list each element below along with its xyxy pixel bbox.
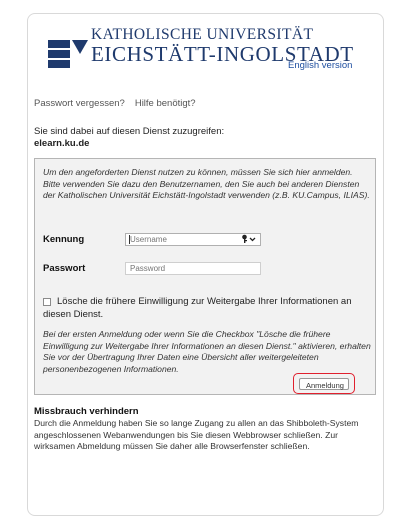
text-cursor bbox=[129, 235, 130, 244]
login-card: KATHOLISCHE UNIVERSITÄT EICHSTÄTT-INGOLS… bbox=[27, 13, 384, 516]
key-dropdown-icon[interactable] bbox=[241, 234, 257, 244]
revoke-consent-label: Lösche die frühere Einwilligung zur Weit… bbox=[43, 296, 352, 320]
need-help-link[interactable]: Hilfe benötigt? bbox=[135, 98, 196, 109]
help-links: Passwort vergessen? Hilfe benötigt? bbox=[34, 98, 196, 109]
login-form: Um den angeforderten Dienst nutzen zu kö… bbox=[34, 158, 376, 395]
english-version-link[interactable]: English version bbox=[288, 60, 352, 71]
revoke-consent-checkbox[interactable] bbox=[43, 298, 51, 306]
forgot-password-link[interactable]: Passwort vergessen? bbox=[34, 98, 125, 109]
login-instructions: Um den angeforderten Dienst nutzen zu kö… bbox=[43, 167, 370, 201]
service-name: elearn.ku.de bbox=[34, 138, 90, 149]
service-intro-text: Sie sind dabei auf diesen Dienst zuzugre… bbox=[34, 126, 225, 137]
misuse-title: Missbrauch verhindern bbox=[34, 406, 139, 417]
password-input[interactable] bbox=[125, 262, 261, 275]
misuse-text: Durch die Anmeldung haben Sie so lange Z… bbox=[34, 418, 359, 452]
service-intro: Sie sind dabei auf diesen Dienst zuzugre… bbox=[34, 126, 224, 150]
consent-note: Bei der ersten Anmeldung oder wenn Sie d… bbox=[43, 329, 371, 374]
username-label: Kennung bbox=[43, 234, 85, 245]
password-label: Passwort bbox=[43, 263, 86, 274]
login-button[interactable]: Anmeldung bbox=[299, 378, 349, 390]
